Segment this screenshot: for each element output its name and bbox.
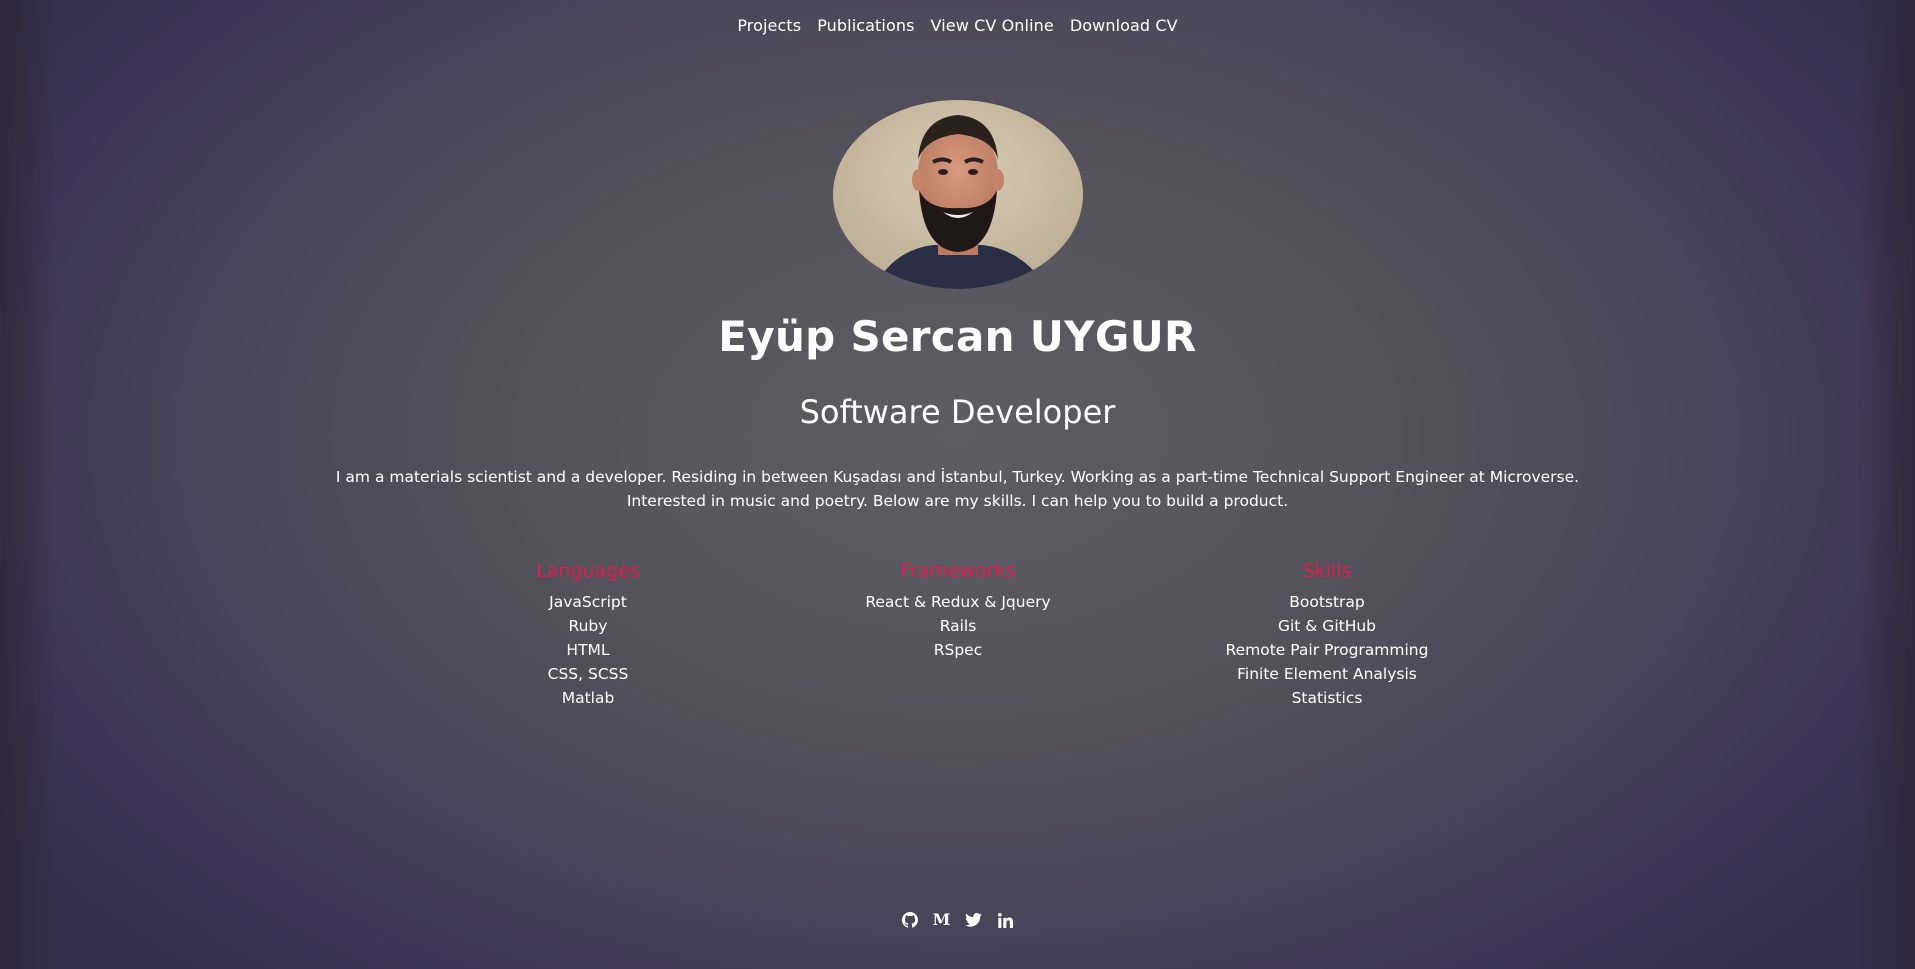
list-item: Finite Element Analysis (1237, 665, 1417, 683)
languages-list: JavaScript Ruby HTML CSS, SCSS Matlab (438, 590, 738, 710)
list-item: Rails (939, 617, 977, 635)
social-links: M (0, 911, 1915, 929)
profile-bio: I am a materials scientist and a develop… (0, 465, 1915, 513)
list-item: Remote Pair Programming (1225, 641, 1429, 659)
top-nav: Projects Publications View CV Online Dow… (0, 16, 1915, 35)
linkedin-icon[interactable] (997, 911, 1015, 929)
languages-heading: Languages (536, 560, 640, 582)
bio-line-1: I am a materials scientist and a develop… (335, 468, 1580, 486)
skills-column: Skills Bootstrap Git & GitHub Remote Pai… (1177, 558, 1477, 710)
nav-link-download-cv[interactable]: Download CV (1070, 16, 1178, 35)
list-item: Ruby (568, 617, 608, 635)
list-item: React & Redux & Jquery (865, 593, 1051, 611)
list-item: Bootstrap (1289, 593, 1365, 611)
nav-link-publications[interactable]: Publications (817, 16, 914, 35)
medium-glyph: M (932, 910, 951, 929)
list-item: JavaScript (549, 593, 627, 611)
list-item: CSS, SCSS (547, 665, 629, 683)
profile-name: Eyüp Sercan UYGUR (718, 312, 1197, 361)
frameworks-heading: Frameworks (900, 560, 1016, 582)
medium-icon[interactable]: M (933, 911, 951, 929)
skills-heading: Skills (1302, 560, 1352, 582)
skills-list: Bootstrap Git & GitHub Remote Pair Progr… (1177, 590, 1477, 710)
list-item: Matlab (561, 689, 615, 707)
list-item: Statistics (1291, 689, 1363, 707)
avatar (833, 100, 1083, 289)
github-icon[interactable] (901, 911, 919, 929)
frameworks-list: React & Redux & Jquery Rails RSpec (808, 590, 1108, 662)
profile-title: Software Developer (799, 393, 1116, 431)
list-item: HTML (566, 641, 610, 659)
bio-line-2: Interested in music and poetry. Below ar… (626, 492, 1289, 510)
languages-column: Languages JavaScript Ruby HTML CSS, SCSS… (438, 558, 738, 710)
nav-link-view-cv-online[interactable]: View CV Online (931, 16, 1054, 35)
frameworks-column: Frameworks React & Redux & Jquery Rails … (808, 558, 1108, 662)
list-item: RSpec (933, 641, 983, 659)
twitter-icon[interactable] (965, 911, 983, 929)
list-item: Git & GitHub (1277, 617, 1377, 635)
nav-link-projects[interactable]: Projects (737, 16, 801, 35)
